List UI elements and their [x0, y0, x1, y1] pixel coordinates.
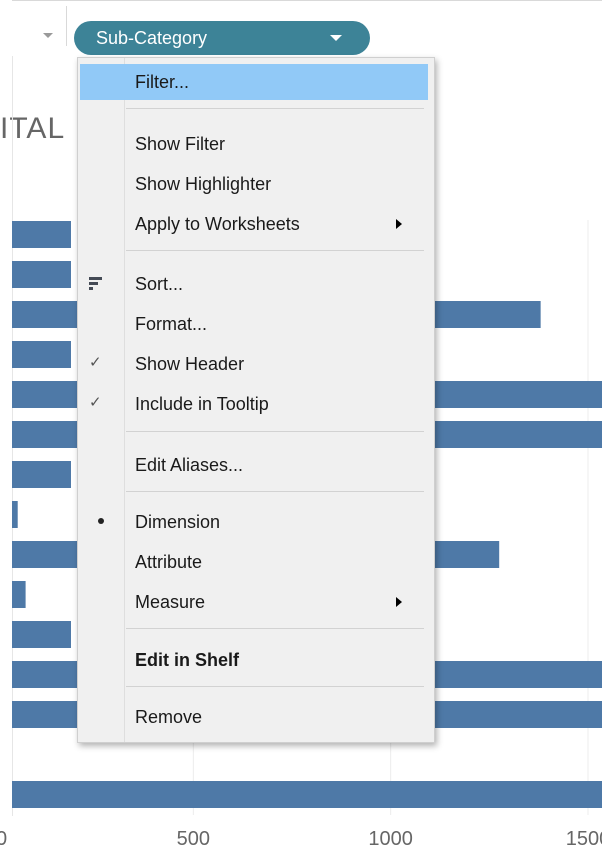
x-tick-label: 1000 [368, 828, 413, 850]
menu-item-attribute[interactable]: Attribute [78, 544, 434, 580]
bar-11[interactable] [12, 621, 71, 648]
menu-item-label: Format... [135, 314, 208, 334]
menu-separator [126, 431, 424, 432]
context-menu: Filter... Show Filter Show Highlighter A… [77, 57, 435, 743]
check-icon: ✓ [89, 354, 102, 371]
bar-10[interactable] [12, 581, 26, 608]
menu-item-label: Sort... [135, 274, 184, 294]
menu-item-format[interactable]: Format... [78, 306, 434, 342]
check-icon: ✓ [89, 394, 102, 411]
menu-item-include-in-tooltip[interactable]: ✓ Include in Tooltip [78, 386, 434, 422]
x-tick-label: 1500 [566, 828, 602, 850]
submenu-arrow-icon [396, 597, 402, 607]
bar-15[interactable] [12, 781, 602, 808]
menu-item-show-filter[interactable]: Show Filter [78, 126, 434, 162]
menu-item-label: Show Highlighter [135, 174, 272, 194]
bar-4[interactable] [12, 341, 71, 368]
menu-item-label: Show Header [135, 354, 245, 374]
menu-item-label: Remove [135, 707, 203, 727]
sort-icon [89, 277, 102, 290]
menu-item-dimension[interactable]: Dimension [78, 504, 434, 540]
menu-item-edit-aliases[interactable]: Edit Aliases... [78, 447, 434, 483]
menu-item-edit-in-shelf[interactable]: Edit in Shelf [78, 642, 434, 678]
menu-item-label: Edit in Shelf [135, 650, 240, 670]
menu-item-label: Attribute [135, 552, 203, 572]
radio-bullet-icon [98, 518, 104, 524]
x-tick-label: 0 [0, 828, 7, 850]
bar-1[interactable] [12, 221, 71, 248]
menu-separator [126, 628, 424, 629]
menu-separator [126, 686, 424, 687]
menu-separator [126, 108, 424, 109]
x-tick-label: 500 [177, 828, 210, 850]
menu-item-remove[interactable]: Remove [78, 699, 434, 735]
menu-item-label: Filter... [135, 72, 190, 92]
menu-item-sort[interactable]: Sort... [78, 266, 434, 302]
menu-item-measure[interactable]: Measure [78, 584, 434, 620]
bar-8[interactable] [12, 501, 18, 528]
submenu-arrow-icon [396, 219, 402, 229]
bar-2[interactable] [12, 261, 71, 288]
menu-separator [126, 250, 424, 251]
menu-separator [126, 491, 424, 492]
menu-item-label: Apply to Worksheets [135, 214, 300, 234]
bar-7[interactable] [12, 461, 71, 488]
menu-item-label: Measure [135, 592, 206, 612]
menu-item-show-header[interactable]: ✓ Show Header [78, 346, 434, 382]
menu-item-show-highlighter[interactable]: Show Highlighter [78, 166, 434, 202]
menu-item-label: Dimension [135, 512, 221, 532]
menu-item-label: Show Filter [135, 134, 226, 154]
menu-item-label: Include in Tooltip [135, 394, 269, 414]
menu-item-label: Edit Aliases... [135, 455, 244, 475]
menu-item-apply-to-worksheets[interactable]: Apply to Worksheets [78, 206, 434, 242]
menu-item-filter[interactable]: Filter... [80, 64, 428, 100]
